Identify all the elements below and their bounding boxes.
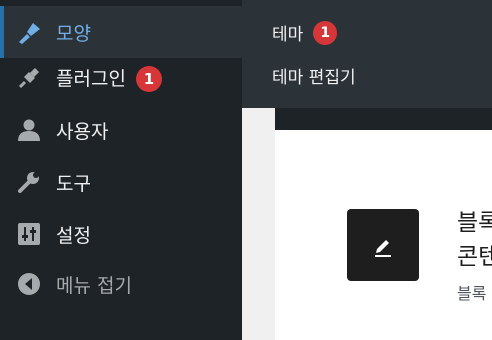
card-description: 블록 <box>457 284 487 303</box>
card-heading-line: 블록 <box>457 210 492 236</box>
sidebar-item-label: 도구 <box>56 172 91 195</box>
plugins-label-wrap: 플러그인 1 <box>56 64 162 93</box>
card-heading-line: 콘텐츠 <box>457 244 492 270</box>
sidebar-item-plugins[interactable]: 플러그인 1 <box>0 52 242 104</box>
submenu-item-label: 테마 편집기 <box>272 68 356 88</box>
sidebar-item-users[interactable]: 사용자 <box>0 104 242 156</box>
update-count-badge: 1 <box>135 66 162 93</box>
content-gutter <box>242 108 275 340</box>
user-icon <box>16 117 42 143</box>
collapse-menu-button[interactable]: 메뉴 접기 <box>0 258 242 310</box>
sidebar-item-label: 설정 <box>56 224 91 247</box>
sidebar-item-settings[interactable]: 설정 <box>0 208 242 260</box>
appearance-submenu: 테마 1 테마 편집기 <box>242 0 492 108</box>
submenu-item-label: 테마 <box>272 25 304 45</box>
submenu-item-themes[interactable]: 테마 1 <box>272 20 338 45</box>
sidebar-item-label: 플러그인 <box>56 67 126 90</box>
submenu-pointer <box>230 22 242 46</box>
sidebar-item-tools[interactable]: 도구 <box>0 156 242 208</box>
card-heading: 블록 콘텐츠 <box>457 206 492 274</box>
header-strip <box>275 108 492 130</box>
sidebar-item-label: 메뉴 접기 <box>56 274 132 297</box>
submenu-item-theme-editor[interactable]: 테마 편집기 <box>272 63 356 88</box>
collapse-arrow-icon <box>16 271 42 297</box>
paintbrush-icon <box>16 19 42 45</box>
edit-icon <box>347 209 419 281</box>
sidebar-item-label: 모양 <box>56 22 91 45</box>
sidebar-item-appearance[interactable]: 모양 <box>0 6 242 58</box>
settings-sliders-icon <box>16 221 42 247</box>
wrench-icon <box>16 169 42 195</box>
admin-sidebar: 모양 플러그인 1 사용자 도구 설정 메뉴 접기 <box>0 0 242 340</box>
sidebar-item-label: 사용자 <box>56 120 109 143</box>
main-content: 블록 콘텐츠 블록 <box>275 130 492 340</box>
update-count-badge: 1 <box>313 20 338 45</box>
active-indicator <box>0 6 4 58</box>
plugin-icon <box>16 65 42 91</box>
